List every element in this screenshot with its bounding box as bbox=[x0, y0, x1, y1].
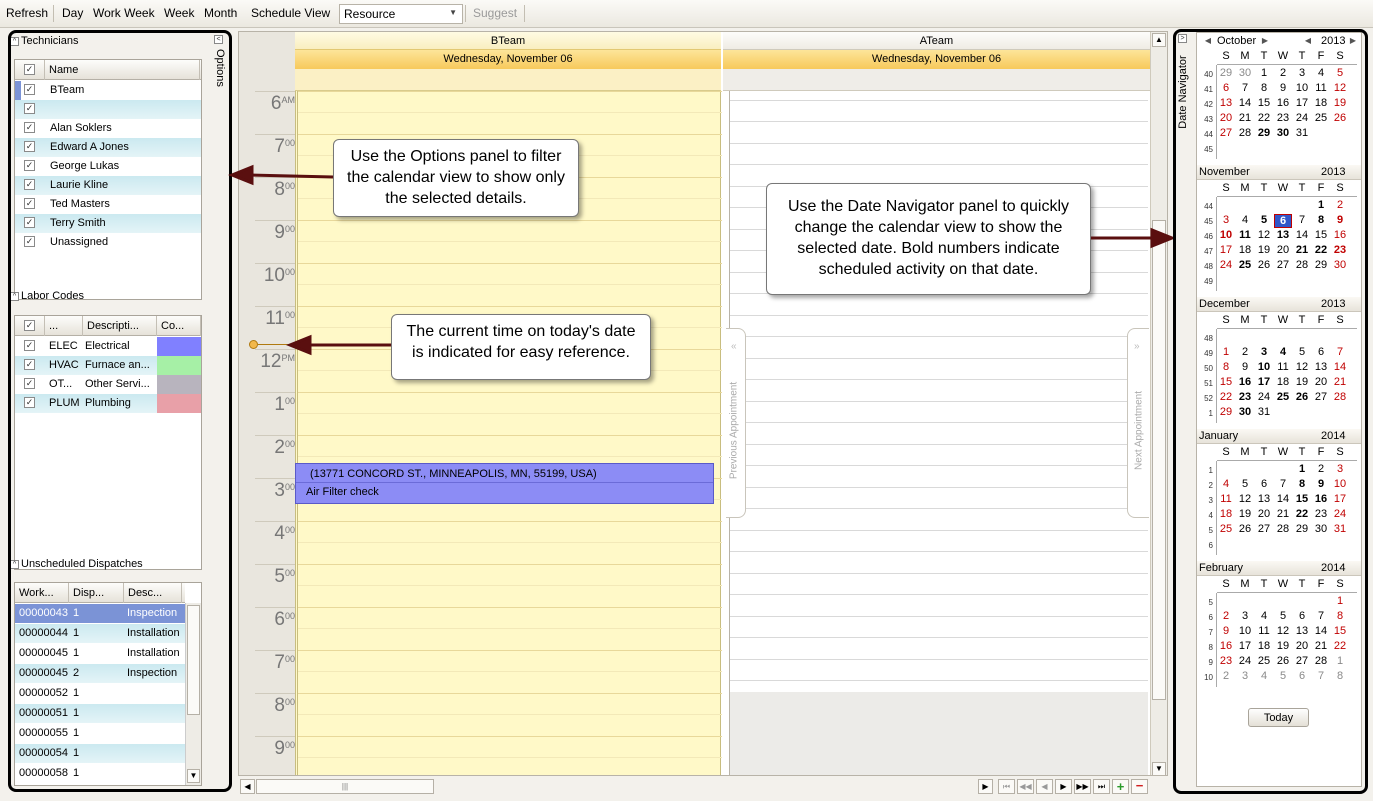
current-time-arrowhead-icon bbox=[285, 334, 312, 356]
callout-arrows bbox=[227, 164, 1177, 356]
navigator-arrowhead-icon bbox=[1150, 227, 1177, 249]
date-navigator-panel: > Date Navigator ◀ ▶ ◀ ▶ October 2013 S M T W… bbox=[1170, 29, 1370, 794]
options-arrow-line bbox=[247, 173, 334, 179]
date-navigator-highlight-outline bbox=[1173, 29, 1368, 794]
options-arrowhead-icon bbox=[227, 164, 254, 186]
